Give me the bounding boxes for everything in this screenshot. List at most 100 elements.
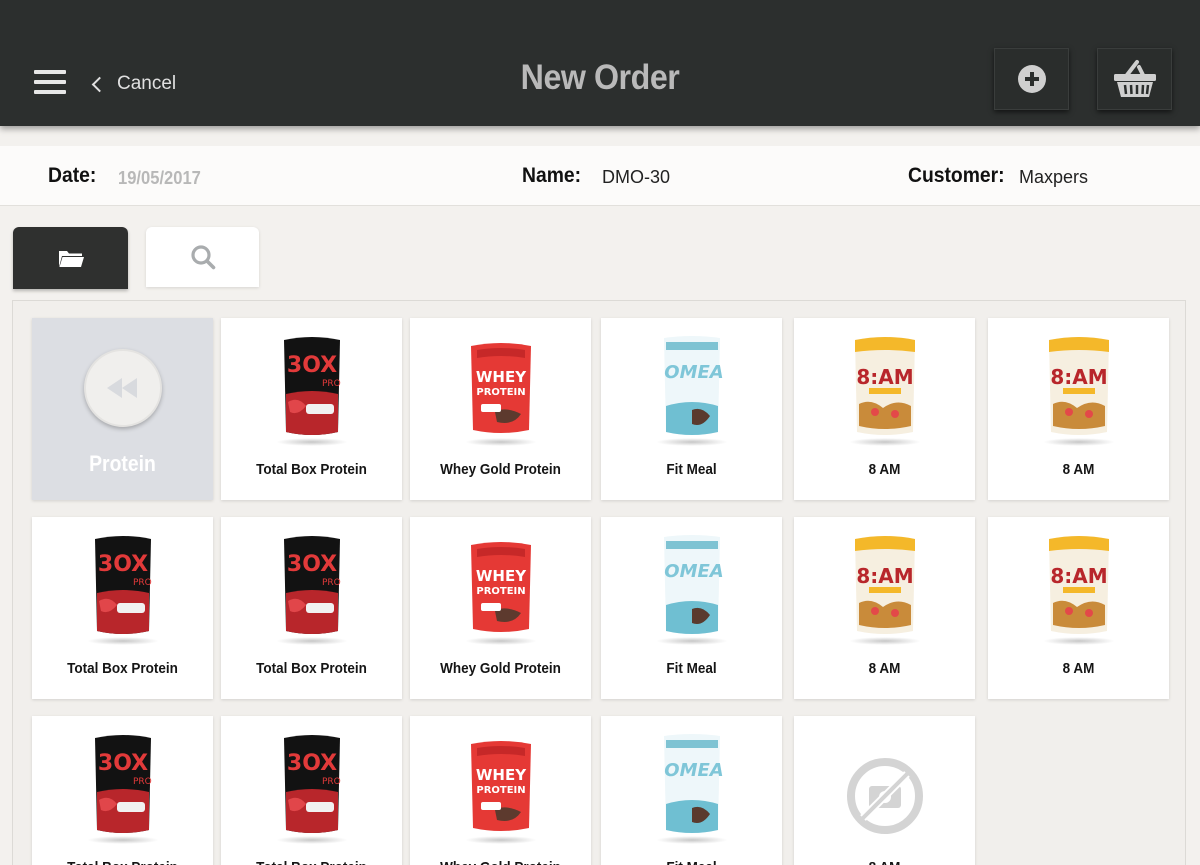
svg-text:3OX: 3OX — [97, 751, 147, 776]
hamburger-menu-icon[interactable] — [34, 70, 66, 96]
product-image: WHEY PROTEIN — [451, 531, 551, 649]
svg-text:PRO: PRO — [322, 379, 341, 389]
product-image: 3OX PRO — [262, 332, 362, 450]
product-name: Whey Gold Protein — [419, 859, 582, 865]
product-name: Total Box Protein — [256, 660, 367, 677]
cancel-label: Cancel — [117, 73, 177, 94]
search-icon — [190, 245, 215, 270]
svg-text:WHEY: WHEY — [475, 567, 526, 585]
product-card[interactable]: WHEY PROTEIN Whey Gold Protein — [410, 318, 591, 500]
product-name: Whey Gold Protein — [440, 461, 561, 478]
basket-button[interactable] — [1097, 48, 1172, 110]
product-image-shadow — [1042, 438, 1115, 446]
customer-label: Customer: — [908, 164, 1005, 187]
svg-text:PROTEIN: PROTEIN — [476, 586, 525, 597]
product-image-shadow — [655, 637, 728, 645]
product-name: Total Box Protein — [41, 859, 204, 865]
product-image-shadow — [655, 438, 728, 446]
tab-categories[interactable] — [13, 227, 128, 289]
product-image-shadow — [86, 637, 159, 645]
product-image-shadow — [848, 438, 921, 446]
product-name: Fit Meal — [610, 859, 773, 865]
rewind-icon — [84, 349, 162, 427]
product-image: 3OX PRO — [73, 730, 173, 848]
product-card[interactable]: 3OX PRO Total Box Protein — [221, 716, 402, 865]
name-label: Name: — [522, 164, 582, 187]
category-name: Protein — [89, 451, 156, 476]
product-image-shadow — [655, 836, 728, 844]
add-button[interactable] — [994, 48, 1069, 110]
basket-icon — [1113, 60, 1156, 97]
svg-text:3OX: 3OX — [286, 751, 336, 776]
svg-text:8:AM: 8:AM — [856, 564, 913, 588]
product-image-shadow — [848, 637, 921, 645]
product-image: 8:AM — [1029, 332, 1129, 450]
svg-text:3OX: 3OX — [97, 552, 147, 577]
product-card[interactable]: 8:AM 8 AM — [988, 318, 1169, 500]
product-image: 8:AM — [835, 531, 935, 649]
product-image: OMEA — [642, 531, 742, 649]
svg-text:PROTEIN: PROTEIN — [476, 785, 525, 796]
product-name: Fit Meal — [666, 461, 717, 478]
product-image: 8:AM — [1029, 531, 1129, 649]
product-card[interactable]: 8:AM 8 AM — [794, 318, 975, 500]
svg-text:8:AM: 8:AM — [1050, 564, 1107, 588]
no-image-icon — [835, 730, 935, 848]
product-image: OMEA — [642, 730, 742, 848]
svg-text:8:AM: 8:AM — [1050, 365, 1107, 389]
svg-text:3OX: 3OX — [286, 552, 336, 577]
product-image: 8:AM — [835, 332, 935, 450]
product-card[interactable]: 8:AM 8 AM — [988, 517, 1169, 699]
chevron-left-icon — [91, 76, 108, 92]
product-card[interactable]: OMEA Fit Meal — [601, 318, 782, 500]
date-value: 19/05/2017 — [118, 168, 201, 188]
page-title-wrap: New Order — [48, 58, 1152, 98]
page-title: New Order — [520, 58, 680, 97]
product-card[interactable]: 3OX PRO Total Box Protein — [32, 716, 213, 865]
product-image-shadow — [275, 637, 348, 645]
svg-text:PRO: PRO — [322, 578, 341, 588]
product-name: 8 AM — [1062, 461, 1095, 478]
product-card[interactable]: 3OX PRO Total Box Protein — [32, 517, 213, 699]
product-image: WHEY PROTEIN — [451, 730, 551, 848]
product-name: 8 AM — [868, 461, 901, 478]
svg-text:8:AM: 8:AM — [856, 365, 913, 389]
product-card[interactable]: WHEY PROTEIN Whey Gold Protein — [410, 517, 591, 699]
top-bar: Cancel New Order — [0, 0, 1200, 126]
product-name: Total Box Protein — [67, 660, 178, 677]
product-card[interactable]: 3OX PRO Total Box Protein — [221, 318, 402, 500]
product-name: Total Box Protein — [230, 859, 393, 865]
product-card[interactable]: WHEY PROTEIN Whey Gold Protein — [410, 716, 591, 865]
product-image-shadow — [86, 836, 159, 844]
product-image: 3OX PRO — [73, 531, 173, 649]
product-image-shadow — [464, 637, 537, 645]
product-image-shadow — [464, 836, 537, 844]
product-image: 3OX PRO — [262, 531, 362, 649]
product-card[interactable]: 8:AM 8 AM — [794, 517, 975, 699]
name-value: DMO-30 — [602, 167, 671, 187]
product-card[interactable]: 8 AM — [794, 716, 975, 865]
svg-text:PROTEIN: PROTEIN — [476, 387, 525, 398]
date-label: Date: — [48, 164, 97, 187]
product-name: 8 AM — [1062, 660, 1095, 677]
product-image-shadow — [1042, 637, 1115, 645]
svg-text:PRO: PRO — [322, 777, 341, 787]
product-image: OMEA — [642, 332, 742, 450]
cancel-button[interactable]: Cancel — [90, 72, 176, 96]
product-image-shadow — [275, 836, 348, 844]
svg-text:OMEA: OMEA — [664, 561, 723, 582]
plus-circle-icon — [1017, 65, 1046, 93]
category-back-button[interactable]: Protein — [32, 318, 213, 500]
product-image-shadow — [275, 438, 348, 446]
product-card[interactable]: 3OX PRO Total Box Protein — [221, 517, 402, 699]
folder-icon — [58, 251, 84, 267]
svg-text:WHEY: WHEY — [475, 766, 526, 784]
product-name: Whey Gold Protein — [440, 660, 561, 677]
product-name: 8 AM — [868, 660, 901, 677]
product-name: 8 AM — [803, 859, 966, 865]
product-card[interactable]: OMEA Fit Meal — [601, 716, 782, 865]
product-card[interactable]: OMEA Fit Meal — [601, 517, 782, 699]
product-image: WHEY PROTEIN — [451, 332, 551, 450]
product-image: 3OX PRO — [262, 730, 362, 848]
tab-search[interactable] — [146, 227, 259, 287]
